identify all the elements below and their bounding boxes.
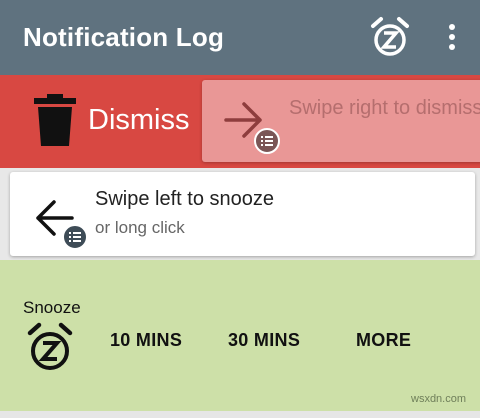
swipe-right-card[interactable]: Swipe right to dismiss	[202, 80, 480, 162]
notification-list-icon	[62, 224, 88, 250]
overflow-menu-button[interactable]	[444, 20, 460, 54]
app-title: Notification Log	[23, 22, 225, 52]
next-row-edge	[0, 411, 480, 418]
dismiss-label: Dismiss	[88, 104, 190, 136]
swipe-left-subtitle: or long click	[95, 218, 185, 237]
snooze-more-button[interactable]: MORE	[356, 330, 411, 351]
alarm-snooze-icon	[371, 17, 409, 56]
snooze-label: Snooze	[23, 298, 81, 317]
watermark: wsxdn.com	[411, 393, 467, 405]
snooze-30-mins-button[interactable]: 30 MINS	[228, 330, 300, 351]
swipe-left-card[interactable]: Swipe left to snooze or long click	[10, 172, 475, 256]
snooze-toolbar-button[interactable]	[370, 16, 410, 58]
swipe-left-title: Swipe left to snooze	[95, 188, 274, 210]
notification-list-icon	[254, 128, 280, 154]
swipe-right-text: Swipe right to dismiss	[289, 97, 480, 119]
alarm-snooze-icon	[26, 321, 74, 373]
trash-icon	[34, 94, 76, 146]
snooze-10-mins-button[interactable]: 10 MINS	[110, 330, 182, 351]
